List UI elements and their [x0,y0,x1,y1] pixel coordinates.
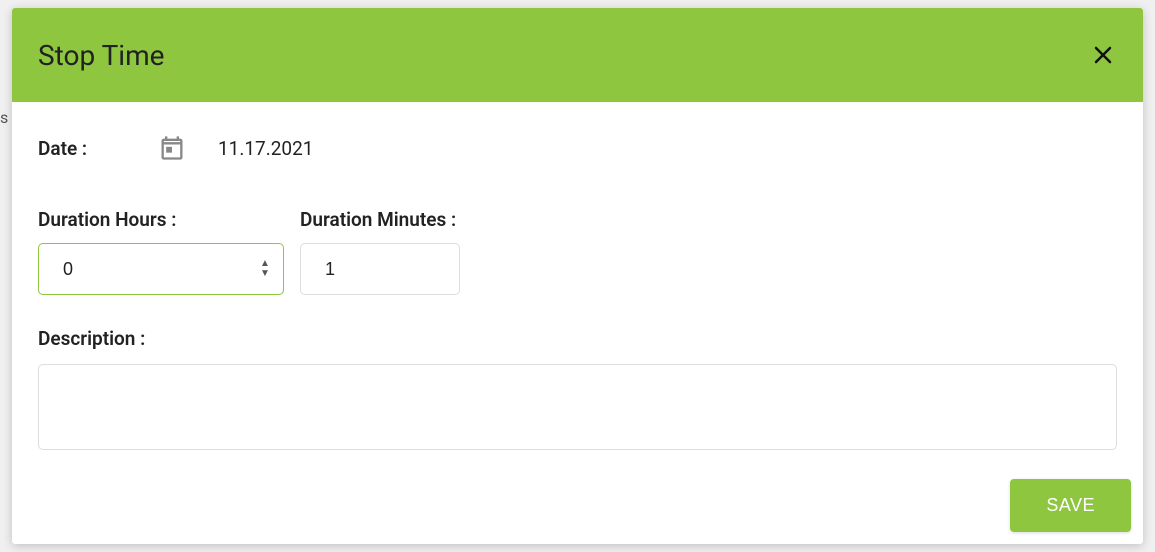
modal-header: Stop Time [12,8,1143,102]
date-row: Date : 11.17.2021 [38,134,1117,162]
hours-input-wrap: ▲ ▼ [38,243,284,295]
description-input[interactable] [38,364,1117,450]
minutes-field-group: Duration Minutes : [300,208,460,295]
minutes-label: Duration Minutes : [300,208,460,231]
date-value: 11.17.2021 [218,137,313,160]
modal-footer: SAVE [12,479,1143,544]
description-label: Description : [38,327,1117,350]
minutes-input[interactable] [300,243,460,295]
duration-row: Duration Hours : ▲ ▼ Duration Minutes : [38,208,1117,295]
minutes-input-wrap [300,243,460,295]
stop-time-modal: Stop Time Date : 11.17.2021 Duration Hou… [12,8,1143,544]
save-button[interactable]: SAVE [1010,479,1131,532]
description-row: Description : [38,327,1117,450]
date-label: Date : [38,137,158,160]
close-icon [1091,43,1115,67]
hours-field-group: Duration Hours : ▲ ▼ [38,208,284,295]
modal-body: Date : 11.17.2021 Duration Hours : ▲ ▼ [12,102,1143,479]
hours-input[interactable] [38,243,284,295]
hours-spinner-down[interactable]: ▼ [258,269,272,279]
hours-spinner: ▲ ▼ [258,259,272,279]
close-button[interactable] [1087,39,1119,71]
hours-label: Duration Hours : [38,208,284,231]
modal-title: Stop Time [38,39,165,72]
calendar-icon[interactable] [158,134,186,162]
backdrop-hint: s [0,108,8,127]
